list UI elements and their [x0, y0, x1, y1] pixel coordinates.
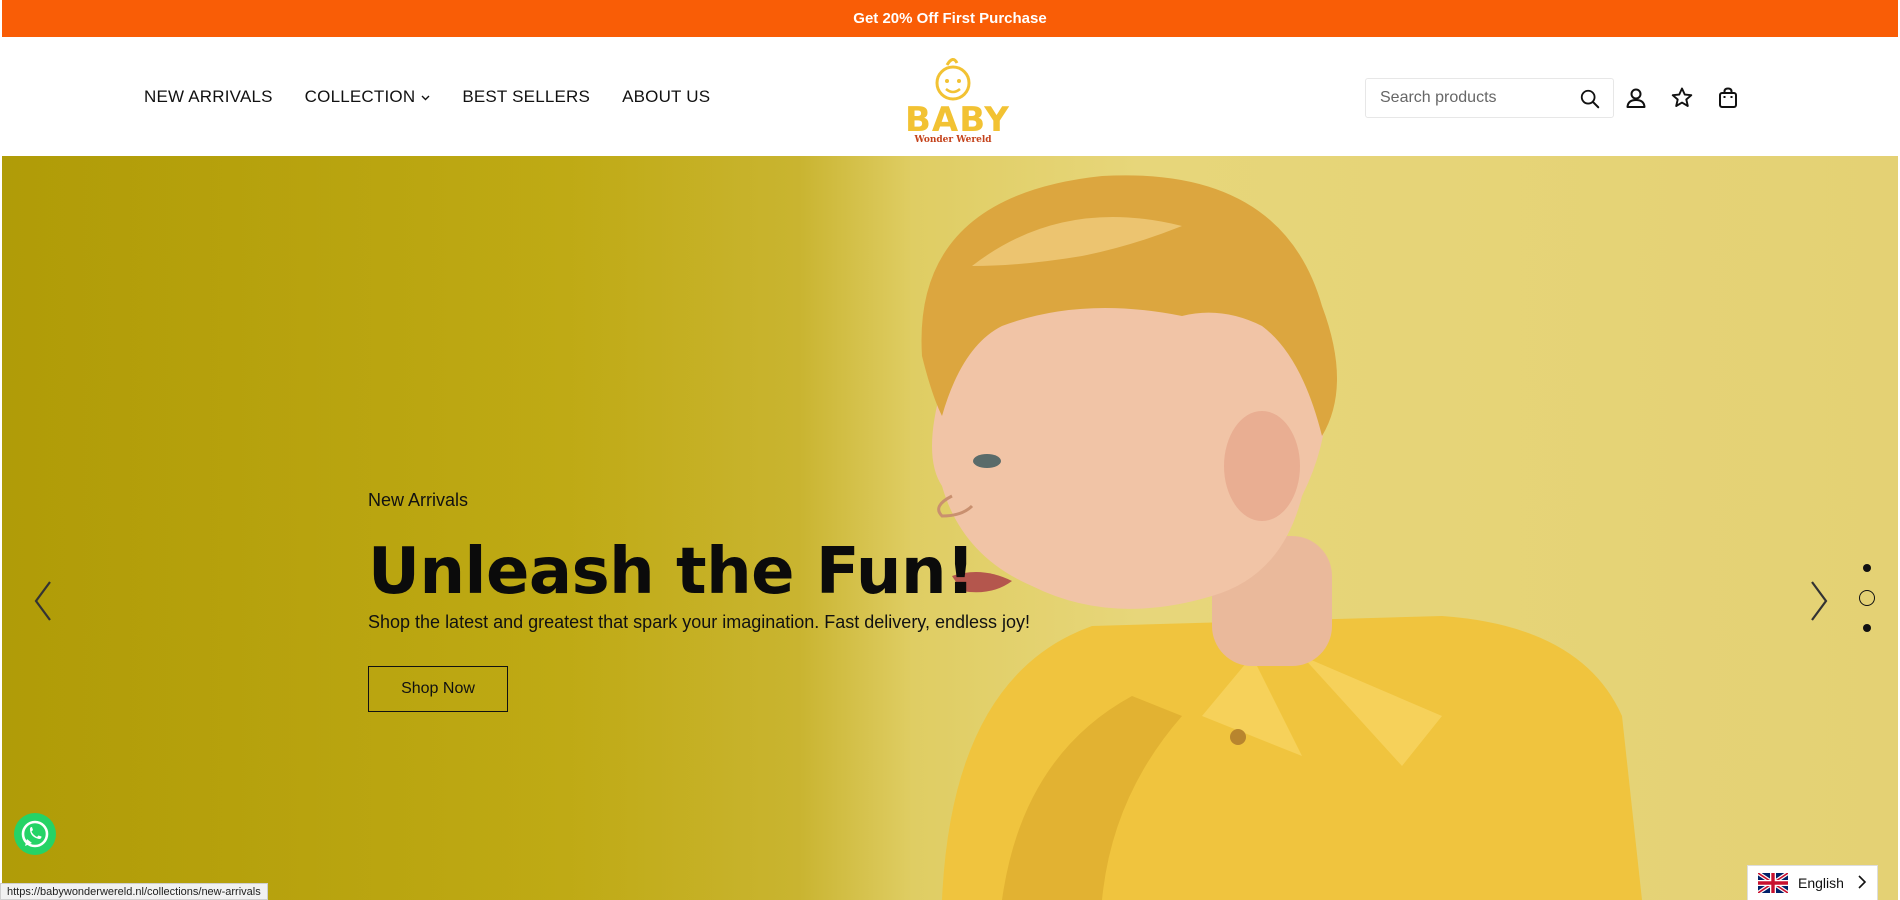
hero-title: Unleash the Fun! [368, 535, 975, 609]
chevron-right-icon [1858, 875, 1867, 889]
hero-shade [2, 156, 762, 900]
logo-sub-text: Wonder Wereld [914, 135, 992, 145]
slider-pagination [1859, 564, 1875, 634]
nav-item-collection[interactable]: COLLECTION [305, 87, 431, 107]
account-icon[interactable] [1624, 86, 1648, 110]
uk-flag-icon [1758, 873, 1788, 893]
slider-prev-arrow-icon[interactable] [28, 576, 58, 626]
slider-next-arrow-icon[interactable] [1804, 576, 1834, 626]
hero-description: Shop the latest and greatest that spark … [368, 612, 1031, 632]
whatsapp-icon [21, 820, 49, 848]
nav-item-new-arrivals[interactable]: NEW ARRIVALS [144, 87, 273, 107]
search-input[interactable] [1380, 89, 1570, 107]
whatsapp-chat-button[interactable] [14, 813, 56, 855]
slider-dot-2[interactable] [1859, 590, 1875, 606]
hero-child-photo [921, 175, 1642, 900]
language-label: English [1798, 875, 1844, 891]
nav-item-about-us[interactable]: ABOUT US [622, 87, 710, 107]
nav-item-best-sellers[interactable]: BEST SELLERS [462, 87, 590, 107]
logo-main-text: BABY [905, 100, 1010, 140]
language-selector[interactable]: English [1747, 865, 1878, 900]
chevron-down-icon [421, 95, 430, 100]
search-box [1365, 78, 1614, 118]
site-header: NEW ARRIVALS COLLECTION BEST SELLERS ABO… [2, 37, 1898, 156]
nav-item-label: BEST SELLERS [462, 86, 591, 106]
main-nav: NEW ARRIVALS COLLECTION BEST SELLERS ABO… [144, 37, 710, 156]
wishlist-star-icon[interactable] [1670, 86, 1694, 110]
shop-now-button[interactable]: Shop Now [368, 666, 508, 712]
hero-slider: New Arrivals Unleash the Fun! Shop the l… [2, 156, 1898, 900]
hero-subtitle: New Arrivals [368, 490, 469, 510]
baby-mascot-icon [935, 58, 971, 101]
site-logo[interactable]: BABY Wonder Wereld [905, 53, 1009, 145]
nav-item-label: COLLECTION [304, 86, 416, 106]
logo-text: BABY Wonder Wereld [905, 100, 1010, 145]
slider-dot-1[interactable] [1863, 564, 1871, 572]
announcement-bar: Get 20% Off First Purchase [2, 0, 1898, 37]
nav-item-label: NEW ARRIVALS [144, 86, 273, 106]
slider-dot-3[interactable] [1863, 624, 1871, 632]
nav-item-label: ABOUT US [622, 86, 711, 106]
cart-bag-icon[interactable] [1716, 86, 1740, 110]
browser-status-url: https://babywonderwereld.nl/collections/… [0, 883, 268, 900]
search-icon[interactable] [1579, 88, 1601, 110]
announcement-text: Get 20% Off First Purchase [853, 10, 1047, 27]
